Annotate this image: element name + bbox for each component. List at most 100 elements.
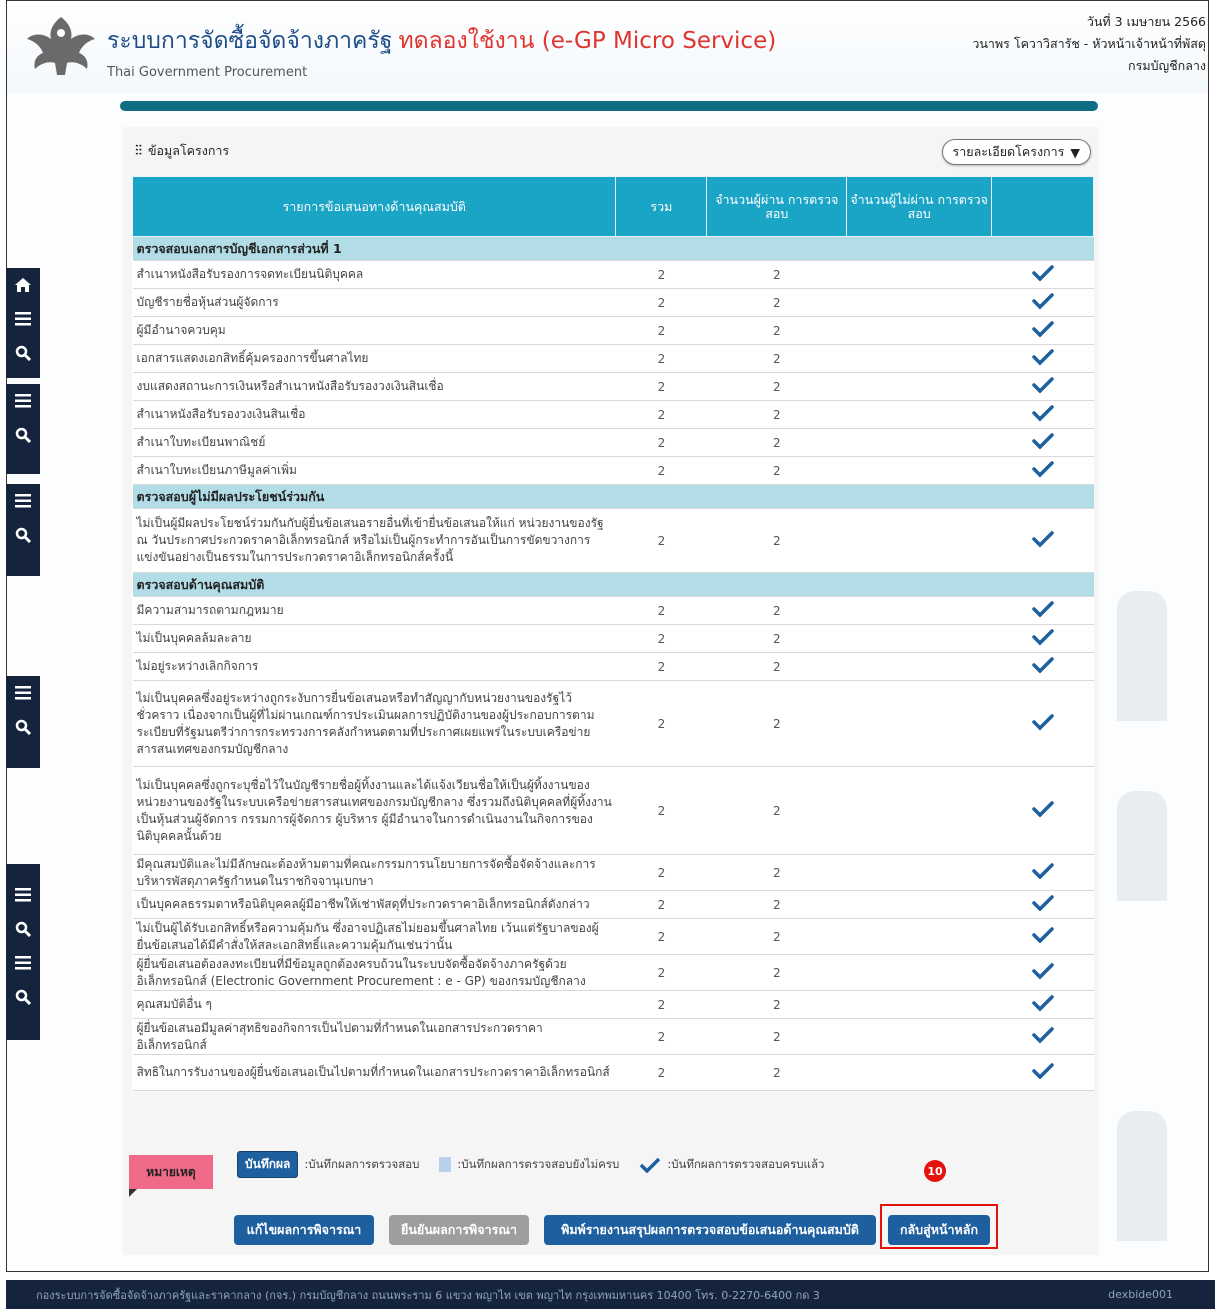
table-row: สำเนาใบทะเบียนภาษีมูลค่าเพิ่ม 2 2 xyxy=(132,456,1094,485)
row-passed: 2 xyxy=(706,260,847,289)
row-passed: 2 xyxy=(706,400,847,429)
checkmark-icon[interactable] xyxy=(1031,926,1054,944)
row-label: ไม่เป็นบุคคลซึ่งอยู่ระหว่างถูกระงับการยื… xyxy=(132,680,616,767)
row-label: สิทธิในการรับงานของผู้ยื่นข้อเสนอเป็นไปต… xyxy=(132,1054,616,1091)
checkmark-icon[interactable] xyxy=(1031,713,1054,731)
checkmark-icon[interactable] xyxy=(1031,530,1054,548)
table-row: ไม่เป็นผู้ได้รับเอกสิทธิ์หรือความคุ้มกัน… xyxy=(132,918,1094,955)
row-status xyxy=(991,400,1094,429)
row-total: 2 xyxy=(615,918,707,955)
search-icon[interactable] xyxy=(6,912,40,946)
search-icon[interactable] xyxy=(6,418,40,452)
menu-icon[interactable] xyxy=(6,676,40,710)
checkmark-icon[interactable] xyxy=(1031,800,1054,818)
legend-row: บันทึกผล :บันทึกผลการตรวจสอบ :บันทึกผลกา… xyxy=(237,1151,824,1178)
checkmark-icon[interactable] xyxy=(1031,656,1054,674)
row-status xyxy=(991,954,1094,991)
row-failed xyxy=(846,508,992,573)
checkmark-icon[interactable] xyxy=(1031,1026,1054,1044)
search-icon[interactable] xyxy=(6,980,40,1014)
row-passed: 2 xyxy=(706,766,847,855)
row-passed: 2 xyxy=(706,456,847,485)
edit-result-button[interactable]: แก้ไขผลการพิจารณา xyxy=(234,1215,374,1245)
row-status xyxy=(991,1018,1094,1055)
checkmark-icon[interactable] xyxy=(1031,404,1054,422)
legend-complete-desc: :บันทึกผลการตรวจสอบครบแล้ว xyxy=(667,1156,825,1171)
checkmark-icon[interactable] xyxy=(1031,292,1054,310)
checkmark-icon[interactable] xyxy=(1031,460,1054,478)
row-total: 2 xyxy=(615,1054,707,1091)
checkmark-icon[interactable] xyxy=(1031,1062,1054,1080)
project-details-dropdown[interactable]: รายละเอียดโครงการ ▼ xyxy=(941,139,1091,165)
row-total: 2 xyxy=(615,624,707,653)
row-total: 2 xyxy=(615,508,707,573)
step-number-badge: 10 xyxy=(924,1160,946,1182)
table-row: ไม่เป็นบุคคลซึ่งอยู่ระหว่างถูกระงับการยื… xyxy=(132,680,1094,767)
row-total: 2 xyxy=(615,954,707,991)
row-label: สำเนาหนังสือรับรองวงเงินสินเชื่อ xyxy=(132,400,616,429)
sidebar-block xyxy=(6,384,40,474)
group-title: ตรวจสอบเอกสารบัญชีเอกสารส่วนที่ 1 xyxy=(132,236,1094,261)
checkmark-icon[interactable] xyxy=(1031,994,1054,1012)
checkmark-icon[interactable] xyxy=(1031,962,1054,980)
checkmark-icon[interactable] xyxy=(1031,432,1054,450)
row-failed xyxy=(846,1018,992,1055)
row-failed xyxy=(846,680,992,767)
row-total: 2 xyxy=(615,316,707,345)
row-label: ผู้มีอำนาจควบคุม xyxy=(132,316,616,345)
row-status xyxy=(991,456,1094,485)
search-icon[interactable] xyxy=(6,710,40,744)
row-label: ผู้ยื่นข้อเสนอต้องลงทะเบียนที่มีข้อมูลถู… xyxy=(132,954,616,991)
print-report-button[interactable]: พิมพ์รายงานสรุปผลการตรวจสอบข้อเสนอด้านคุ… xyxy=(544,1215,876,1245)
search-icon[interactable] xyxy=(6,518,40,552)
header: ระบบการจัดซื้อจัดจ้างภาครัฐ ทดลองใช้งาน (… xyxy=(7,1,1208,93)
row-passed: 2 xyxy=(706,854,847,891)
row-label: สำเนาใบทะเบียนพาณิชย์ xyxy=(132,428,616,457)
row-total: 2 xyxy=(615,596,707,625)
row-failed xyxy=(846,854,992,891)
checkmark-icon[interactable] xyxy=(1031,376,1054,394)
menu-icon[interactable] xyxy=(6,946,40,980)
row-passed: 2 xyxy=(706,680,847,767)
menu-icon[interactable] xyxy=(6,384,40,418)
trial-label: ทดลองใช้งาน (e-GP Micro Service) xyxy=(398,28,777,54)
row-failed xyxy=(846,766,992,855)
row-passed: 2 xyxy=(706,990,847,1019)
document-icon xyxy=(439,1157,452,1172)
menu-icon[interactable] xyxy=(6,878,40,912)
row-total: 2 xyxy=(615,260,707,289)
user-name: วนาพร โควาวิสารัช - หัวหน้าเจ้าหน้าที่พั… xyxy=(972,36,1206,51)
checkmark-icon[interactable] xyxy=(1031,348,1054,366)
row-passed: 2 xyxy=(706,596,847,625)
search-icon[interactable] xyxy=(6,336,40,370)
table-row: ผู้มีอำนาจควบคุม 2 2 xyxy=(132,316,1094,345)
row-status xyxy=(991,344,1094,373)
home-icon[interactable] xyxy=(6,268,40,302)
row-failed xyxy=(846,288,992,317)
row-passed: 2 xyxy=(706,954,847,991)
checkmark-icon[interactable] xyxy=(1031,264,1054,282)
row-total: 2 xyxy=(615,400,707,429)
confirm-result-button[interactable]: ยืนยันผลการพิจารณา xyxy=(389,1215,529,1245)
footer: กองระบบการจัดซื้อจัดจ้างภาครัฐและราคากลา… xyxy=(6,1280,1215,1309)
legend: หมายเหตุ บันทึกผล :บันทึกผลการตรวจสอบ :บ… xyxy=(123,1133,1099,1203)
menu-icon[interactable] xyxy=(6,302,40,336)
row-status xyxy=(991,652,1094,681)
row-status xyxy=(991,680,1094,767)
row-total: 2 xyxy=(615,456,707,485)
table-row: สิทธิในการรับงานของผู้ยื่นข้อเสนอเป็นไปต… xyxy=(132,1054,1094,1091)
table-row: งบแสดงสถานะการเงินหรือสำเนาหนังสือรับรอง… xyxy=(132,372,1094,401)
checkmark-icon[interactable] xyxy=(1031,894,1054,912)
checkmark-icon[interactable] xyxy=(1031,862,1054,880)
checkmark-icon[interactable] xyxy=(1031,320,1054,338)
row-label: คุณสมบัติอื่น ๆ xyxy=(132,990,616,1019)
row-failed xyxy=(846,1054,992,1091)
sidebar-block xyxy=(6,864,40,1040)
row-status xyxy=(991,1054,1094,1091)
menu-icon[interactable] xyxy=(6,484,40,518)
row-failed xyxy=(846,344,992,373)
table-row: สำเนาหนังสือรับรองวงเงินสินเชื่อ 2 2 xyxy=(132,400,1094,429)
checkmark-icon[interactable] xyxy=(1031,600,1054,618)
checkmark-icon[interactable] xyxy=(1031,628,1054,646)
back-to-home-button[interactable]: กลับสู่หน้าหลัก xyxy=(888,1215,990,1245)
